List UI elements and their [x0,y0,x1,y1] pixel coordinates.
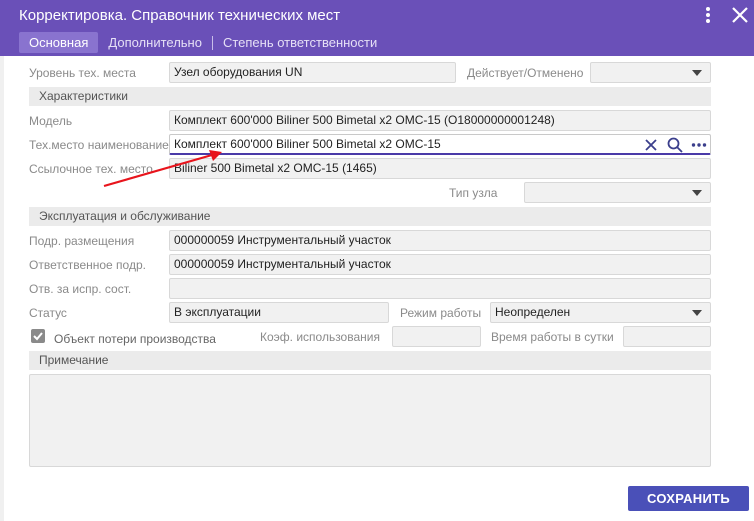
placement-label: Подр. размещения [29,234,135,248]
loss-object-checkbox[interactable] [31,329,45,343]
chevron-down-icon [692,190,702,196]
dialog-title: Корректировка. Справочник технических ме… [19,7,341,24]
usage-coef-field[interactable] [392,326,481,347]
chevron-down-icon [692,310,702,316]
node-type-label: Тип узла [449,186,498,200]
model-label: Модель [29,114,73,128]
daily-hours-field[interactable] [623,326,711,347]
save-button[interactable]: СОХРАНИТЬ [628,486,749,511]
left-edge [0,56,4,521]
daily-hours-label: Время работы в сутки [491,330,614,344]
ref-label: Ссылочное тех. место [29,162,153,176]
tab-bar: Основная Дополнительно Степень ответстве… [19,32,387,53]
usage-coef-label: Коэф. использования [260,330,380,344]
status-label: Статус [29,306,67,320]
ref-field[interactable]: Biliner 500 Bimetal x2 OMC-15 (1465) [169,158,711,179]
mode-select-value: Неопределен [495,305,571,319]
search-icon[interactable] [666,136,684,154]
status-field[interactable]: В эксплуатации [169,302,389,323]
responsible-label: Ответственное подр. [29,258,146,272]
model-field[interactable]: Комплект 600'000 Biliner 500 Bimetal x2 … [169,110,711,131]
section-characteristics: Характеристики [29,87,711,106]
note-textarea[interactable] [29,374,711,467]
responsible-field[interactable]: 000000059 Инструментальный участок [169,254,711,275]
active-label: Действует/Отменено [467,66,584,80]
tab-additional[interactable]: Дополнительно [98,32,212,53]
name-label: Тех.место наименование [29,138,169,152]
more-horiz-icon[interactable] [690,136,708,154]
condition-field[interactable] [169,278,711,299]
tab-responsibility[interactable]: Степень ответственности [213,32,387,53]
mode-select[interactable]: Неопределен [490,302,711,323]
section-operation: Эксплуатация и обслуживание [29,207,711,226]
tab-main[interactable]: Основная [19,32,99,53]
loss-object-label: Объект потери производства [54,332,216,346]
clear-icon[interactable] [642,136,660,154]
more-vert-icon[interactable] [697,4,719,26]
dialog-header: Корректировка. Справочник технических ме… [0,0,754,56]
condition-label: Отв. за испр. сост. [29,282,132,296]
placement-field[interactable]: 000000059 Инструментальный участок [169,230,711,251]
section-note: Примечание [29,351,711,370]
level-field[interactable]: Узел оборудования UN [169,62,456,83]
node-type-select[interactable] [524,182,711,203]
name-input[interactable]: Комплект 600'000 Biliner 500 Bimetal x2 … [169,134,711,155]
chevron-down-icon [692,70,702,76]
active-select[interactable] [590,62,711,83]
close-icon[interactable] [729,4,751,26]
level-label: Уровень тех. места [29,66,136,80]
mode-label: Режим работы [400,306,482,320]
